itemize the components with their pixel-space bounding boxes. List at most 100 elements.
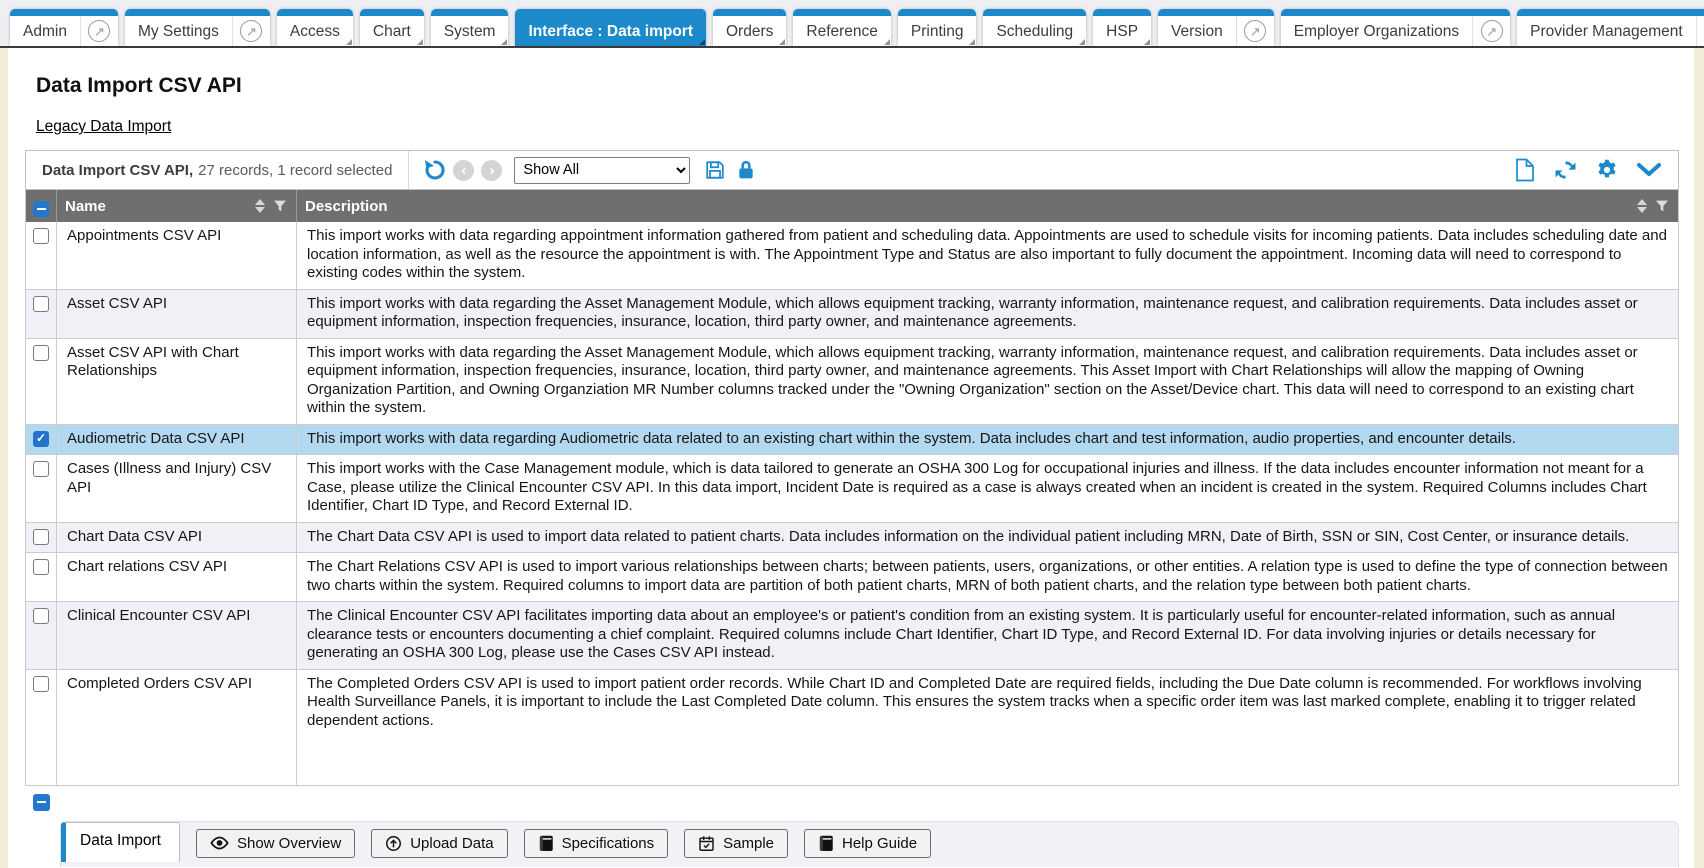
row-description-cell: This import works with the Case Manageme… bbox=[297, 455, 1679, 523]
new-document-icon[interactable] bbox=[1514, 158, 1536, 182]
row-description-cell: This import works with data regarding th… bbox=[297, 289, 1679, 338]
dropdown-corner-icon bbox=[1144, 39, 1150, 45]
table-row[interactable]: Chart Data CSV APIThe Chart Data CSV API… bbox=[26, 522, 1679, 553]
refresh-icon[interactable] bbox=[1553, 158, 1578, 182]
name-column-header[interactable]: Name bbox=[57, 190, 297, 222]
tab-access[interactable]: Access bbox=[277, 9, 353, 46]
tab-data-import[interactable]: Data Import bbox=[61, 822, 180, 862]
button-label: Upload Data bbox=[410, 835, 493, 852]
prev-page-icon[interactable]: ‹ bbox=[453, 160, 474, 181]
right-edge-strip bbox=[1694, 48, 1704, 868]
data-table: Name Description bbox=[25, 190, 1679, 786]
save-icon[interactable] bbox=[704, 159, 726, 181]
dropdown-corner-icon bbox=[699, 39, 705, 45]
lock-icon[interactable] bbox=[736, 159, 756, 181]
tab-reference[interactable]: Reference bbox=[793, 9, 891, 46]
settings-gear-icon[interactable] bbox=[1595, 158, 1619, 182]
table-row[interactable]: Completed Orders CSV APIThe Completed Or… bbox=[26, 669, 1679, 785]
filter-funnel-icon[interactable] bbox=[1654, 198, 1670, 214]
next-page-icon[interactable]: › bbox=[481, 160, 502, 181]
button-label: Help Guide bbox=[842, 835, 917, 852]
tab-scheduling[interactable]: Scheduling bbox=[983, 9, 1086, 46]
button-upload-data[interactable]: Upload Data bbox=[371, 829, 507, 858]
button-show-overview[interactable]: Show Overview bbox=[196, 829, 355, 858]
book-icon bbox=[818, 835, 834, 852]
table-row[interactable]: Audiometric Data CSV APIThis import work… bbox=[26, 424, 1679, 455]
row-name-cell: Completed Orders CSV API bbox=[57, 669, 297, 785]
tab-label: Interface : Data import bbox=[515, 9, 706, 46]
tab-orders[interactable]: Orders bbox=[713, 9, 786, 46]
table-row[interactable]: Cases (Illness and Injury) CSV APIThis i… bbox=[26, 455, 1679, 523]
dropdown-corner-icon bbox=[969, 39, 975, 45]
external-link-circle: ↗ bbox=[1481, 20, 1503, 42]
tab-printing[interactable]: Printing bbox=[898, 9, 977, 46]
row-checkbox-cell bbox=[26, 222, 57, 289]
tab-provider-management[interactable]: Provider Management↗ bbox=[1517, 9, 1704, 46]
collapse-section-icon[interactable] bbox=[33, 794, 50, 811]
row-description-cell: This import works with data regarding th… bbox=[297, 338, 1679, 424]
tab-label: Provider Management bbox=[1517, 9, 1696, 46]
row-checkbox[interactable] bbox=[33, 608, 49, 624]
external-link-icon[interactable]: ↗ bbox=[1472, 16, 1510, 46]
row-checkbox-cell bbox=[26, 338, 57, 424]
description-column-label: Description bbox=[305, 198, 1637, 215]
row-checkbox-cell bbox=[26, 522, 57, 553]
table-body: Appointments CSV APIThis import works wi… bbox=[26, 222, 1679, 785]
footer-panel: Data Import Show Overview Upload Data Spec… bbox=[25, 794, 1679, 867]
select-all-header bbox=[26, 190, 57, 222]
filter-select[interactable]: Show All bbox=[514, 157, 690, 184]
external-link-icon[interactable]: ↗ bbox=[232, 16, 270, 46]
footer-action-strip: Data Import Show Overview Upload Data Spec… bbox=[60, 821, 1679, 867]
external-link-icon[interactable]: ↗ bbox=[1696, 16, 1704, 46]
table-header-row: Name Description bbox=[26, 190, 1679, 222]
row-checkbox[interactable] bbox=[33, 431, 49, 447]
name-column-label: Name bbox=[65, 198, 255, 215]
table-row[interactable]: Clinical Encounter CSV APIThe Clinical E… bbox=[26, 602, 1679, 670]
tab-employer-organizations[interactable]: Employer Organizations↗ bbox=[1281, 9, 1510, 46]
row-checkbox[interactable] bbox=[33, 461, 49, 477]
external-link-circle: ↗ bbox=[240, 20, 262, 42]
row-name-cell: Asset CSV API with Chart Relationships bbox=[57, 338, 297, 424]
tab-version[interactable]: Version↗ bbox=[1158, 9, 1274, 46]
grid-toolbar: Data Import CSV API, 27 records, 1 recor… bbox=[25, 150, 1679, 190]
button-sample[interactable]: Sample bbox=[684, 829, 788, 858]
table-row[interactable]: Asset CSV APIThis import works with data… bbox=[26, 289, 1679, 338]
filter-funnel-icon[interactable] bbox=[272, 198, 288, 214]
row-checkbox[interactable] bbox=[33, 529, 49, 545]
button-help-guide[interactable]: Help Guide bbox=[804, 829, 931, 858]
description-column-header[interactable]: Description bbox=[297, 190, 1679, 222]
table-row[interactable]: Asset CSV API with Chart RelationshipsTh… bbox=[26, 338, 1679, 424]
button-specifications[interactable]: Specifications bbox=[524, 829, 669, 858]
tab-admin[interactable]: Admin↗ bbox=[10, 9, 118, 46]
sort-icon[interactable] bbox=[1637, 199, 1647, 213]
tab-my-settings[interactable]: My Settings↗ bbox=[125, 9, 270, 46]
row-checkbox-cell bbox=[26, 553, 57, 602]
toolbar-right-icons bbox=[1514, 158, 1678, 182]
row-name-cell: Chart relations CSV API bbox=[57, 553, 297, 602]
row-checkbox[interactable] bbox=[33, 296, 49, 312]
external-link-circle: ↗ bbox=[1244, 20, 1266, 42]
table-row[interactable]: Appointments CSV APIThis import works wi… bbox=[26, 222, 1679, 289]
row-description-cell: The Chart Data CSV API is used to import… bbox=[297, 522, 1679, 553]
tab-system[interactable]: System bbox=[431, 9, 509, 46]
record-count-text: 27 records, 1 record selected bbox=[198, 162, 392, 179]
tab-hsp[interactable]: HSP bbox=[1093, 9, 1151, 46]
row-checkbox[interactable] bbox=[33, 345, 49, 361]
row-checkbox[interactable] bbox=[33, 559, 49, 575]
row-name-cell: Chart Data CSV API bbox=[57, 522, 297, 553]
tab-label: Orders bbox=[713, 9, 786, 46]
row-description-cell: The Chart Relations CSV API is used to i… bbox=[297, 553, 1679, 602]
external-link-icon[interactable]: ↗ bbox=[80, 16, 118, 46]
tab-interface-data-import[interactable]: Interface : Data import bbox=[515, 9, 706, 46]
tab-chart[interactable]: Chart bbox=[360, 9, 424, 46]
expand-chevron-icon[interactable] bbox=[1636, 160, 1662, 180]
dropdown-corner-icon bbox=[1079, 39, 1085, 45]
row-checkbox[interactable] bbox=[33, 228, 49, 244]
table-row[interactable]: Chart relations CSV APIThe Chart Relatio… bbox=[26, 553, 1679, 602]
external-link-icon[interactable]: ↗ bbox=[1236, 16, 1274, 46]
legacy-data-import-link[interactable]: Legacy Data Import bbox=[36, 118, 171, 136]
sort-icon[interactable] bbox=[255, 199, 265, 213]
row-checkbox[interactable] bbox=[33, 676, 49, 692]
undo-icon[interactable] bbox=[422, 158, 446, 182]
select-all-checkbox[interactable] bbox=[33, 201, 49, 217]
